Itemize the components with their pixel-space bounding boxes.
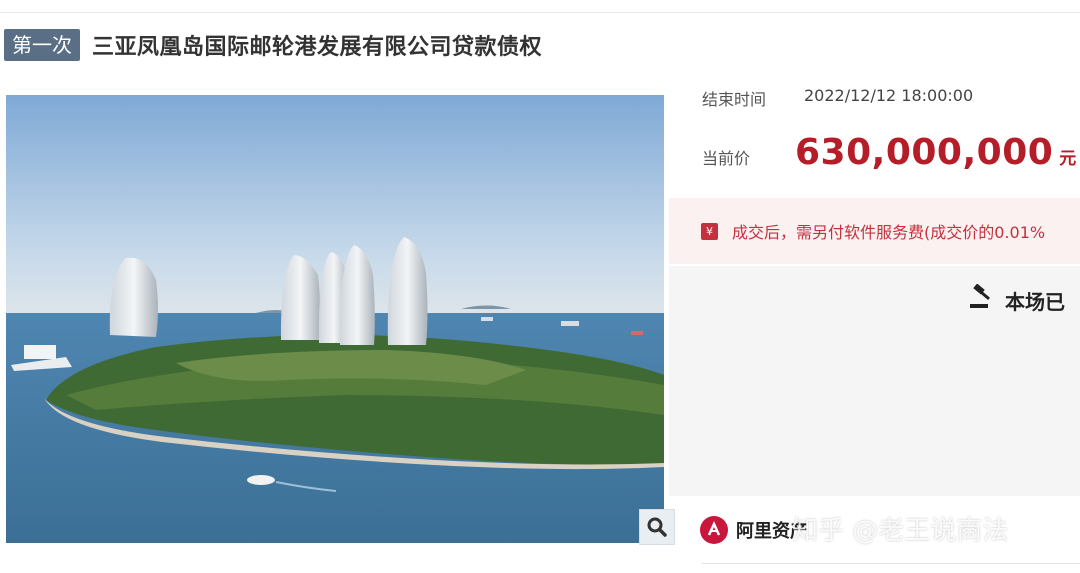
- top-divider: [0, 12, 1080, 13]
- auction-status-text: 本场已: [1005, 290, 1065, 314]
- phoenix-island-image: [6, 95, 664, 543]
- service-fee-text: 成交后，需另付软件服务费(成交价的0.01%: [732, 223, 1046, 242]
- bottom-divider: [702, 563, 1080, 564]
- end-time-label: 结束时间: [702, 90, 767, 109]
- end-time-value: 2022/12/12 18:00:00: [804, 86, 974, 105]
- item-photo[interactable]: [6, 95, 664, 543]
- watermark: 知乎 @老王说商法: [792, 516, 1009, 546]
- current-price-row: 当前价 630,000,000 元: [702, 132, 1076, 173]
- current-price-value: 630,000,000: [795, 132, 1054, 173]
- item-title-row: 第一次 三亚凤凰岛国际邮轮港发展有限公司贷款债权: [4, 28, 542, 62]
- auction-status-panel: 本场已: [669, 266, 1080, 496]
- ali-logo-icon: [700, 516, 728, 544]
- zoom-button[interactable]: [639, 509, 675, 545]
- ticket-icon: ¥: [701, 222, 718, 240]
- current-price-label: 当前价: [702, 149, 751, 168]
- gavel-icon: [970, 284, 991, 308]
- service-fee-notice: ¥ 成交后，需另付软件服务费(成交价的0.01%: [669, 198, 1080, 264]
- price-unit: 元: [1059, 149, 1077, 169]
- auction-round-badge: 第一次: [4, 29, 80, 61]
- end-time-row: 结束时间 2022/12/12 18:00:00: [702, 86, 973, 110]
- magnifier-icon: [647, 517, 667, 537]
- item-title: 三亚凤凰岛国际邮轮港发展有限公司贷款债权: [92, 35, 543, 60]
